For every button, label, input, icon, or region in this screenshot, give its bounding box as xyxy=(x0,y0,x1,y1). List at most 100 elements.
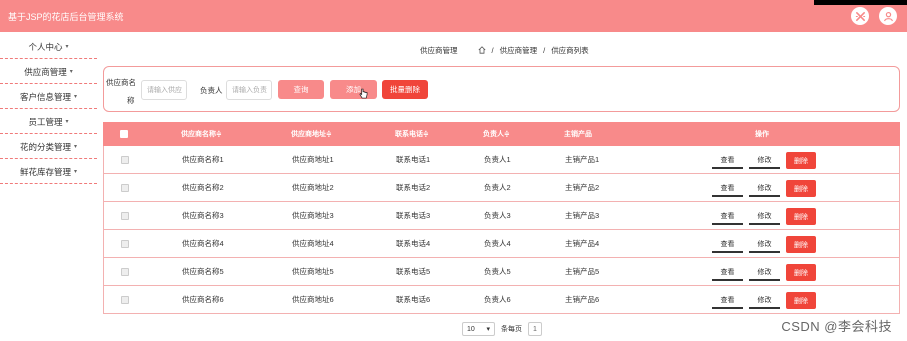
sidebar-item-employee[interactable]: 员工管理 ▾ xyxy=(0,109,97,134)
cell-address: 供应商地址4 xyxy=(292,239,334,248)
user-icon[interactable] xyxy=(879,7,897,25)
sidebar-item-customer[interactable]: 客户信息管理 ▾ xyxy=(0,84,97,109)
cell-address: 供应商地址6 xyxy=(292,295,334,304)
home-icon[interactable] xyxy=(478,45,486,56)
breadcrumb-separator: / xyxy=(491,46,494,55)
cell-phone: 联系电话3 xyxy=(396,211,431,220)
breadcrumb: 供应商管理 / 供应商管理 / 供应商列表 xyxy=(420,45,589,56)
row-checkbox[interactable] xyxy=(121,211,129,220)
cell-address: 供应商地址1 xyxy=(292,155,334,164)
view-button[interactable]: 查看 xyxy=(712,236,743,253)
chevron-down-icon: ▾ xyxy=(74,144,78,150)
cell-owner: 负责人5 xyxy=(484,267,511,276)
cell-owner: 负责人4 xyxy=(484,239,511,248)
row-checkbox[interactable] xyxy=(121,239,129,248)
edit-button[interactable]: 修改 xyxy=(749,208,780,225)
chevron-down-icon: ▾ xyxy=(69,69,73,75)
query-button[interactable]: 查询 xyxy=(278,80,324,99)
close-x-icon[interactable] xyxy=(851,7,869,25)
supplier-name-label-wrap: 称 xyxy=(127,96,135,105)
chevron-down-icon: ▾ xyxy=(74,94,78,100)
cell-name: 供应商名称2 xyxy=(182,183,224,192)
table-row: 供应商名称2 供应商地址2 联系电话2 负责人2 主销产品2 查看 修改 删除 xyxy=(103,174,900,202)
cell-address: 供应商地址2 xyxy=(292,183,334,192)
sidebar-item-flower-category[interactable]: 花的分类管理 ▾ xyxy=(0,134,97,159)
cell-owner: 负责人1 xyxy=(484,155,511,164)
table-header: 供应商名称 ≑ 供应商地址 ≑ 联系电话 ≑ 负责人 ≑ 主销产品 操作 xyxy=(103,122,900,146)
edit-button[interactable]: 修改 xyxy=(749,264,780,281)
cell-product: 主销产品1 xyxy=(565,155,600,164)
table-row: 供应商名称5 供应商地址5 联系电话5 负责人5 主销产品5 查看 修改 删除 xyxy=(103,258,900,286)
row-checkbox[interactable] xyxy=(121,295,129,304)
column-header-owner[interactable]: 负责人 ≑ xyxy=(483,122,510,146)
cell-name: 供应商名称3 xyxy=(182,211,224,220)
view-button[interactable]: 查看 xyxy=(712,152,743,169)
supplier-table: 供应商名称 ≑ 供应商地址 ≑ 联系电话 ≑ 负责人 ≑ 主销产品 操作 供应商名称1 … xyxy=(103,122,900,314)
sidebar-item-label: 员工管理 xyxy=(28,116,63,127)
batch-delete-button[interactable]: 批量删除 xyxy=(382,80,428,99)
edit-button[interactable]: 修改 xyxy=(749,236,780,253)
supplier-name-input[interactable]: 请输入供应 xyxy=(141,80,187,100)
delete-button[interactable]: 删除 xyxy=(786,292,816,309)
chevron-down-icon: ▾ xyxy=(65,44,69,50)
watermark: CSDN @李会科技 xyxy=(781,319,892,334)
sidebar-item-supplier[interactable]: 供应商管理 ▾ xyxy=(0,59,97,84)
cell-phone: 联系电话6 xyxy=(396,295,431,304)
cell-owner: 负责人2 xyxy=(484,183,511,192)
page-number-button[interactable]: 1 xyxy=(528,322,542,336)
delete-button[interactable]: 删除 xyxy=(786,236,816,253)
view-button[interactable]: 查看 xyxy=(712,292,743,309)
column-header-address[interactable]: 供应商地址 ≑ xyxy=(291,122,332,146)
edit-button[interactable]: 修改 xyxy=(749,292,780,309)
row-checkbox[interactable] xyxy=(121,267,129,276)
cell-phone: 联系电话5 xyxy=(396,267,431,276)
cell-address: 供应商地址5 xyxy=(292,267,334,276)
cell-phone: 联系电话2 xyxy=(396,183,431,192)
column-header-name[interactable]: 供应商名称 ≑ xyxy=(181,122,222,146)
breadcrumb-current-section: 供应商管理 xyxy=(420,46,458,55)
select-all-checkbox[interactable] xyxy=(120,130,128,138)
edit-button[interactable]: 修改 xyxy=(749,180,780,197)
sidebar-item-label: 鲜花库存管理 xyxy=(19,166,71,177)
sidebar-item-inventory[interactable]: 鲜花库存管理 ▾ xyxy=(0,159,97,184)
cell-name: 供应商名称5 xyxy=(182,267,224,276)
edit-button[interactable]: 修改 xyxy=(749,152,780,169)
view-button[interactable]: 查看 xyxy=(712,264,743,281)
table-row: 供应商名称6 供应商地址6 联系电话6 负责人6 主销产品6 查看 修改 删除 xyxy=(103,286,900,314)
cell-address: 供应商地址3 xyxy=(292,211,334,220)
sidebar: 个人中心 ▾ 供应商管理 ▾ 客户信息管理 ▾ 员工管理 ▾ 花的分类管理 ▾ 鲜花库存管… xyxy=(0,34,97,184)
column-header-phone[interactable]: 联系电话 ≑ xyxy=(395,122,429,146)
delete-button[interactable]: 删除 xyxy=(786,264,816,281)
sidebar-item-label: 供应商管理 xyxy=(24,66,67,77)
supplier-name-label: 供应商名 xyxy=(106,78,136,87)
app-title: 基于JSP的花店后台管理系统 xyxy=(8,12,124,22)
delete-button[interactable]: 删除 xyxy=(786,152,816,169)
cell-product: 主销产品2 xyxy=(565,183,600,192)
cell-product: 主销产品4 xyxy=(565,239,600,248)
per-page-label: 条每页 xyxy=(501,326,522,333)
sidebar-item-personal-center[interactable]: 个人中心 ▾ xyxy=(0,34,97,59)
pagination: 10 ▾ 条每页 1 xyxy=(462,322,542,336)
breadcrumb-link[interactable]: 供应商管理 xyxy=(500,45,538,56)
column-header-product: 主销产品 xyxy=(564,131,592,138)
cell-owner: 负责人6 xyxy=(484,295,511,304)
column-header-actions: 操作 xyxy=(755,131,769,138)
page-size-select[interactable]: 10 ▾ xyxy=(462,322,495,336)
view-button[interactable]: 查看 xyxy=(712,180,743,197)
hand-cursor-icon xyxy=(359,88,368,99)
view-button[interactable]: 查看 xyxy=(712,208,743,225)
cell-name: 供应商名称4 xyxy=(182,239,224,248)
sidebar-item-label: 客户信息管理 xyxy=(19,91,71,102)
chevron-down-icon: ▾ xyxy=(65,119,69,125)
owner-input[interactable]: 请输入负责 xyxy=(226,80,272,100)
cell-product: 主销产品6 xyxy=(565,295,600,304)
row-checkbox[interactable] xyxy=(121,155,129,164)
table-row: 供应商名称4 供应商地址4 联系电话4 负责人4 主销产品4 查看 修改 删除 xyxy=(103,230,900,258)
chevron-down-icon: ▾ xyxy=(486,326,490,333)
delete-button[interactable]: 删除 xyxy=(786,180,816,197)
black-strip xyxy=(814,0,907,5)
row-checkbox[interactable] xyxy=(121,183,129,192)
cell-owner: 负责人3 xyxy=(484,211,511,220)
delete-button[interactable]: 删除 xyxy=(786,208,816,225)
add-button[interactable]: 添加 xyxy=(330,80,377,99)
